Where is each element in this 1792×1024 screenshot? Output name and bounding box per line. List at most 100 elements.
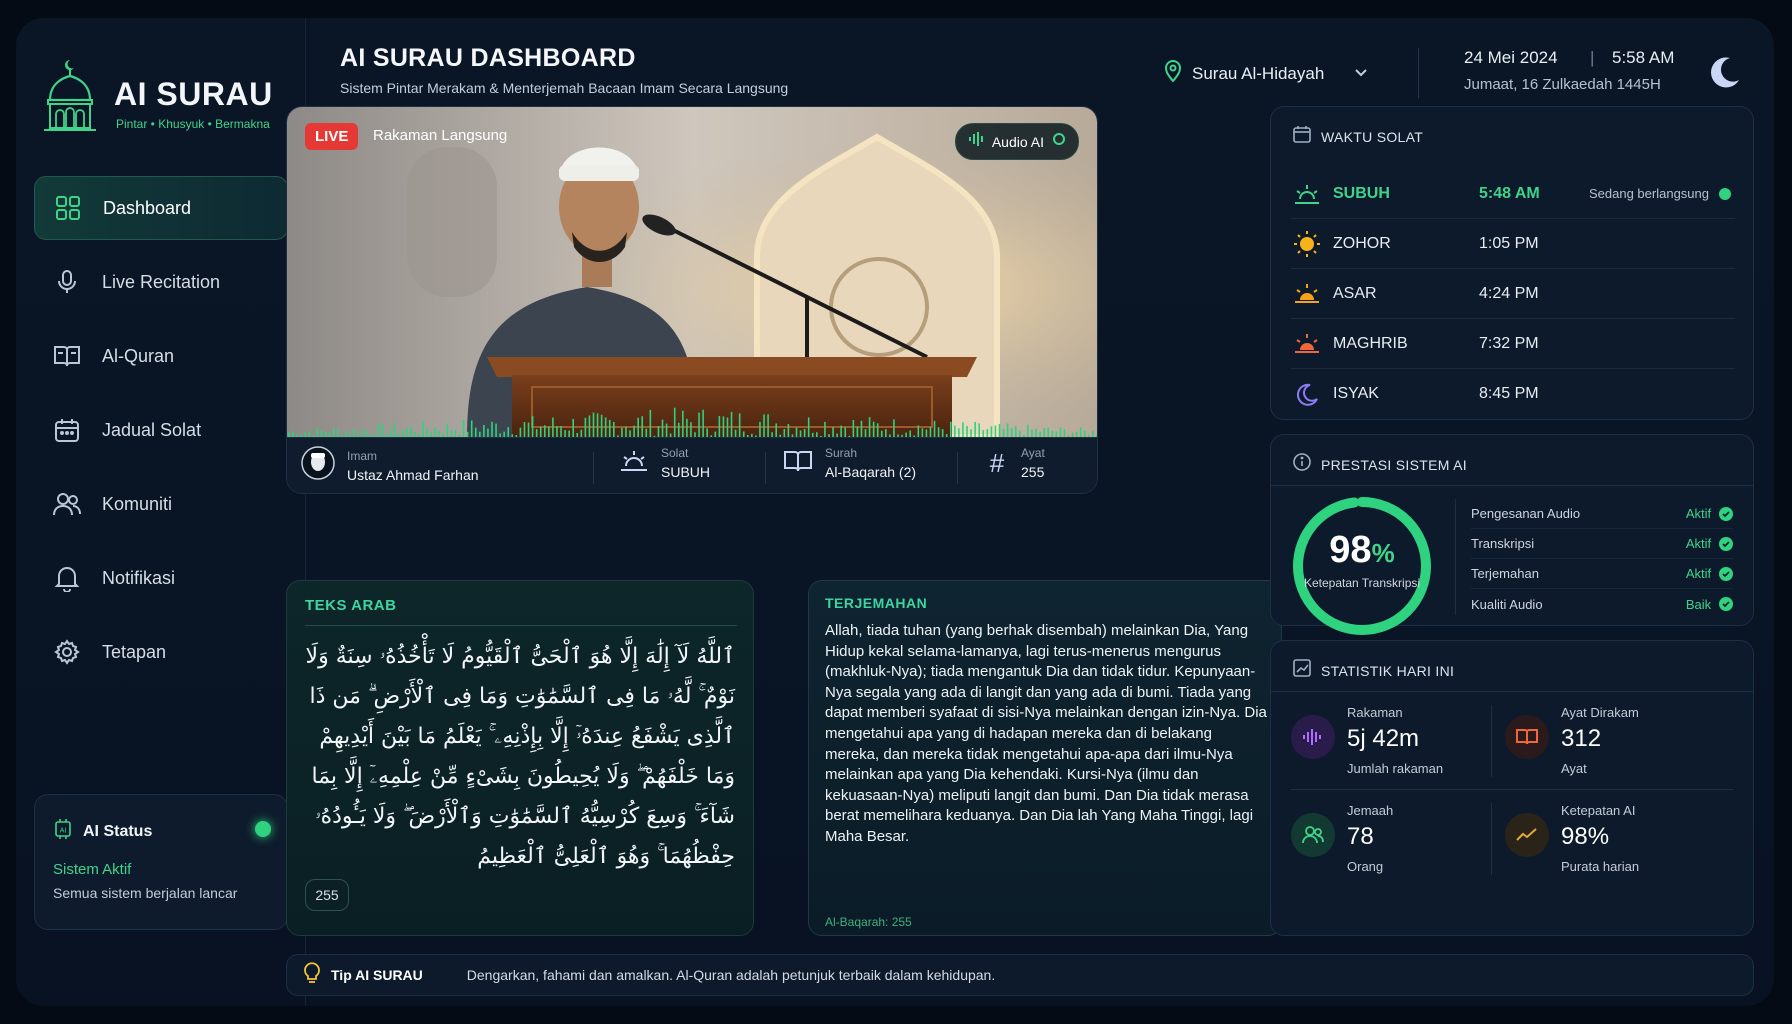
app-frame: AI SURAU Pintar • Khusyuk • Bermakna Das… — [16, 18, 1774, 1006]
metric-row: Terjemahan Aktif — [1471, 559, 1733, 589]
bell-icon — [52, 563, 82, 593]
info-divider — [957, 452, 958, 484]
check-icon — [1719, 566, 1733, 581]
sunset-icon — [1291, 328, 1323, 360]
check-icon — [1719, 597, 1733, 611]
nav-item-komuniti[interactable]: Komuniti — [34, 472, 288, 536]
metric-name: Terjemahan — [1471, 566, 1539, 581]
ayat-badge[interactable]: 255 — [305, 879, 349, 911]
prayer-row-maghrib[interactable]: MAGHRIB 7:32 PM — [1291, 319, 1735, 369]
users-icon — [1291, 813, 1335, 857]
current-time: 5:58 AM — [1612, 48, 1675, 67]
metric-status: Baik — [1685, 596, 1712, 612]
ai-performance-panel: PRESTASI SISTEM AI 98% Ketepatan Transkr… — [1270, 434, 1754, 635]
check-icon — [1719, 536, 1733, 551]
ai-status-indicator — [255, 821, 271, 837]
prayer-name: ISYAK — [1333, 385, 1379, 402]
ai-status-title: AI Status — [83, 822, 153, 840]
nav-item-dashboard[interactable]: Dashboard — [34, 176, 288, 240]
surah-info: Surah Al-Baqarah (2) — [783, 446, 916, 480]
prayer-row-subuh[interactable]: SUBUH 5:48 AM Sedang berlangsung — [1291, 169, 1735, 219]
verse-reference: Al-Baqarah: 255 — [825, 915, 912, 929]
panel-divider — [1271, 691, 1753, 692]
audio-ai-toggle[interactable]: Audio AI — [954, 123, 1079, 160]
stats-panel-title: STATISTIK HARI INI — [1321, 662, 1455, 679]
stat-key: Rakaman — [1347, 705, 1403, 720]
live-video-panel[interactable]: LIVE Rakaman Langsung Audio AI Imam Usta… — [286, 106, 1098, 494]
sidebar-nav: Dashboard Live Recitation Al-Quran Jadua… — [34, 176, 288, 694]
metric-status: Aktif — [1685, 566, 1712, 581]
solat-key: Solat — [661, 446, 689, 460]
metric-name: Transkripsi — [1471, 536, 1535, 551]
svg-text:AI: AI — [60, 828, 67, 835]
metric-name: Pengesanan Audio — [1471, 506, 1581, 521]
prayer-time: 5:48 AM — [1479, 184, 1540, 202]
sun-icon — [1291, 228, 1323, 260]
nav-label: Notifikasi — [102, 567, 176, 588]
current-prayer-indicator — [1719, 187, 1731, 200]
mosque-icon — [44, 60, 96, 131]
sidebar: AI SURAU Pintar • Khusyuk • Bermakna Das… — [16, 18, 306, 1006]
sun-low-icon — [1291, 278, 1323, 310]
nav-label: Dashboard — [103, 197, 192, 218]
prayer-time: 7:32 PM — [1479, 334, 1539, 352]
stat-key: Ayat Dirakam — [1561, 705, 1639, 720]
grid-icon — [53, 193, 83, 223]
metric-name: Kualiti Audio — [1471, 596, 1543, 612]
prayer-row-zohor[interactable]: ZOHOR 1:05 PM — [1291, 219, 1735, 269]
prayer-time: 1:05 PM — [1479, 234, 1539, 252]
nav-item-jadual-solat[interactable]: Jadual Solat — [34, 398, 288, 462]
avatar — [301, 446, 335, 485]
prayer-row-asar[interactable]: ASAR 4:24 PM — [1291, 269, 1735, 319]
calendar-icon — [1293, 125, 1311, 148]
hash-icon: # — [989, 447, 1005, 478]
microphone-icon — [52, 267, 82, 297]
ayat-info: # Ayat 255 — [985, 446, 1045, 480]
surah-name: Al-Baqarah (2) — [825, 464, 917, 480]
metric-status: Aktif — [1685, 536, 1712, 551]
stat-value: 78 — [1347, 823, 1374, 850]
translation-panel: TERJEMAHAN Allah, tiada tuhan (yang berh… — [808, 580, 1282, 936]
nav-label: Live Recitation — [102, 271, 221, 292]
stat-key: Ketepatan AI — [1561, 803, 1636, 818]
book-icon — [783, 448, 813, 479]
ayat-number: 255 — [1021, 464, 1045, 480]
daily-stats-panel: STATISTIK HARI INI Rakaman 5j 42m Jumlah… — [1270, 640, 1754, 936]
users-icon — [52, 489, 82, 519]
nav-label: Al-Quran — [102, 345, 175, 366]
audio-waveform — [288, 407, 1097, 439]
imam-info: Imam Ustaz Ahmad Farhan — [301, 446, 479, 485]
prayer-status: Sedang berlangsung — [1589, 186, 1709, 201]
ai-status-text: Sistem Aktif — [53, 861, 132, 878]
page-title: AI SURAU DASHBOARD — [340, 44, 636, 72]
brand-name: AI SURAU — [114, 76, 273, 112]
brand-logo[interactable]: AI SURAU Pintar • Khusyuk • Bermakna — [42, 56, 292, 156]
prayer-time: 4:24 PM — [1479, 284, 1539, 302]
moon-icon[interactable] — [1706, 54, 1742, 95]
location-name: Surau Al-Hidayah — [1192, 63, 1325, 83]
stat-jemaah: Jemaah 78 Orang — [1291, 803, 1491, 893]
chevron-down-icon — [1354, 65, 1368, 83]
accuracy-label: Ketepatan Transkripsi — [1303, 576, 1421, 590]
nav-label: Tetapan — [102, 641, 167, 662]
nav-item-al-quran[interactable]: Al-Quran — [34, 324, 288, 388]
check-icon — [1719, 506, 1733, 521]
current-date: 24 Mei 2024 — [1464, 48, 1558, 67]
stat-unit: Jumlah rakaman — [1347, 761, 1444, 776]
arabic-panel-title: TEKS ARAB — [305, 597, 397, 614]
ayat-key: Ayat — [1021, 446, 1045, 460]
map-pin-icon — [1164, 60, 1182, 87]
stat-unit: Orang — [1347, 859, 1384, 874]
chart-icon — [1293, 659, 1311, 682]
gear-icon — [52, 637, 82, 667]
solat-name: SUBUH — [661, 464, 711, 480]
location-selector[interactable]: Surau Al-Hidayah — [1164, 60, 1368, 87]
prayer-row-isyak[interactable]: ISYAK 8:45 PM — [1291, 369, 1735, 419]
trend-icon — [1505, 813, 1549, 857]
nav-item-notifikasi[interactable]: Notifikasi — [34, 546, 288, 610]
prayer-name: ZOHOR — [1333, 234, 1391, 252]
waveform-icon — [1291, 715, 1335, 759]
stat-unit: Purata harian — [1561, 859, 1640, 874]
nav-item-tetapan[interactable]: Tetapan — [34, 620, 288, 684]
nav-item-live-recitation[interactable]: Live Recitation — [34, 250, 288, 314]
